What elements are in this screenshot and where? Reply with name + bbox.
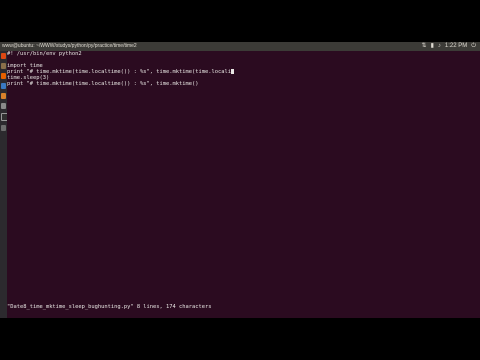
dash-icon[interactable] xyxy=(1,53,6,59)
window-title: www@ubuntu: ~/WWW/studys/python/py/pract… xyxy=(2,43,137,49)
firefox-icon[interactable] xyxy=(1,73,6,79)
status-area: ⇅ ▮ ♪ 1:22 PM ⏻ xyxy=(422,42,476,51)
terminal-window[interactable]: #! /usr/bin/env python2 import time prin… xyxy=(7,51,480,318)
files-icon[interactable] xyxy=(1,63,6,69)
clock[interactable]: 1:22 PM xyxy=(445,42,467,51)
network-icon[interactable]: ⇅ xyxy=(422,42,427,51)
trash-icon[interactable] xyxy=(1,125,6,131)
text-cursor xyxy=(230,69,234,75)
battery-icon[interactable]: ▮ xyxy=(431,42,434,51)
code-line: print "# time.mktime(time.localtime()) :… xyxy=(7,81,199,88)
settings-icon[interactable] xyxy=(1,103,6,109)
software-icon[interactable] xyxy=(1,93,6,99)
volume-icon[interactable]: ♪ xyxy=(438,42,441,51)
editor-buffer[interactable]: #! /usr/bin/env python2 import time prin… xyxy=(7,51,234,88)
top-panel: www@ubuntu: ~/WWW/studys/python/py/pract… xyxy=(0,42,480,51)
vim-status-line: "Date8_time_mktime_sleep_bughunting.py" … xyxy=(7,303,212,310)
launcher xyxy=(0,51,8,318)
power-icon[interactable]: ⏻ xyxy=(471,42,476,51)
office-icon[interactable] xyxy=(1,83,6,89)
code-line-text: print "# time.mktime(time.localtime()) :… xyxy=(7,69,231,76)
